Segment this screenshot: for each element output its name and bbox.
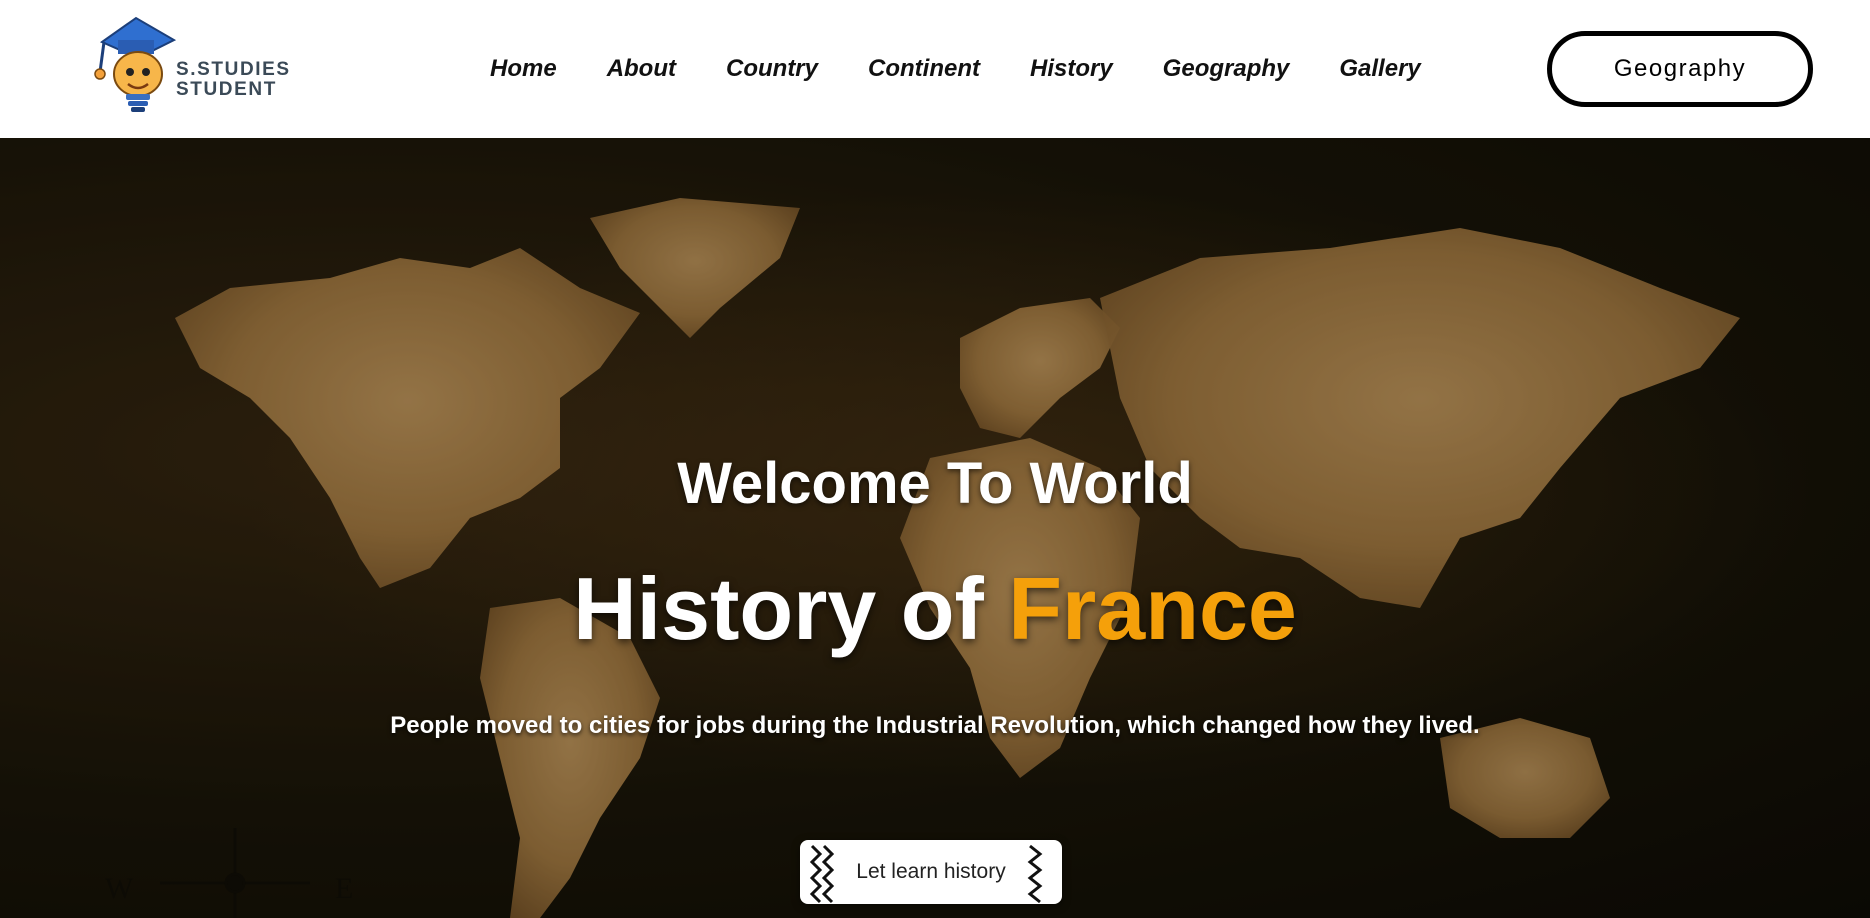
hero-title-accent: France (1008, 559, 1297, 658)
nav-gallery[interactable]: Gallery (1339, 55, 1420, 83)
geography-button[interactable]: Geography (1547, 31, 1813, 107)
main-nav: Home About Country Continent History Geo… (490, 52, 1421, 86)
braid-decoration-icon (1027, 844, 1043, 904)
nav-continent[interactable]: Continent (868, 55, 980, 83)
nav-geography[interactable]: Geography (1163, 55, 1290, 83)
student-mascot-logo-icon (94, 16, 177, 112)
nav-history[interactable]: History (1030, 55, 1113, 83)
hero-subtitle: People moved to cities for jobs during t… (390, 712, 1480, 739)
nav-about[interactable]: About (607, 55, 676, 83)
learn-history-button[interactable]: Let learn history (800, 840, 1062, 904)
nav-country[interactable]: Country (726, 55, 818, 83)
hero-welcome-heading: Welcome To World (677, 451, 1193, 516)
site-logo[interactable]: S.STUDIES STUDENT (94, 10, 314, 120)
logo-wordmark: S.STUDIES STUDENT (176, 60, 291, 100)
braid-decoration-icon (809, 844, 835, 904)
nav-home[interactable]: Home (490, 55, 557, 83)
hero-section: W E Welcome To World History of France P… (0, 138, 1870, 918)
learn-history-label: Let learn history (856, 860, 1006, 883)
hero-title: History of France (0, 558, 1870, 660)
site-header: S.STUDIES STUDENT Home About Country Con… (0, 0, 1870, 138)
logo-line-2: STUDENT (176, 79, 277, 100)
hero-content: Welcome To World History of France Peopl… (0, 138, 1870, 918)
hero-title-main: History of (573, 559, 1009, 658)
logo-line-1: S.STUDIES (176, 59, 291, 80)
